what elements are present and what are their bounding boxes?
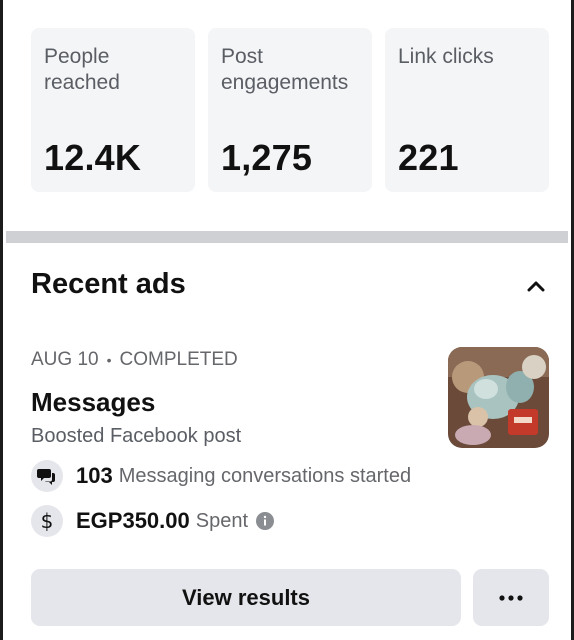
messenger-conversations-icon <box>31 460 63 492</box>
stat-value: 1,275 <box>221 137 313 178</box>
ad-subtitle: Boosted Facebook post <box>31 425 242 447</box>
dollar-icon: $ <box>31 505 63 537</box>
more-options-icon <box>499 594 523 601</box>
stat-label: Link clicks <box>398 45 494 68</box>
metric-value: EGP350.00 <box>76 508 190 533</box>
stat-card-people-reached[interactable]: People reached 12.4K <box>31 28 195 192</box>
stat-label: People reached <box>44 45 120 94</box>
meta-separator: • <box>106 352 112 368</box>
view-results-button[interactable]: View results <box>31 569 461 626</box>
stat-label: Post engagements <box>221 45 349 94</box>
ad-status: COMPLETED <box>119 349 238 370</box>
stat-card-link-clicks[interactable]: Link clicks 221 <box>385 28 549 192</box>
stats-row: People reached 12.4K Post engagements 1,… <box>31 28 549 192</box>
ad-title[interactable]: Messages <box>31 387 155 418</box>
ad-date: AUG 10 <box>31 349 99 370</box>
recent-ads-title: Recent ads <box>31 268 186 300</box>
metric-label: Spent <box>195 509 249 532</box>
more-options-button[interactable] <box>473 569 549 626</box>
metric-value: 103 <box>76 463 113 488</box>
stat-card-post-engagements[interactable]: Post engagements 1,275 <box>208 28 372 192</box>
metric-spent: $ EGP350.00 Spent <box>31 505 275 537</box>
info-icon[interactable] <box>256 512 275 530</box>
metric-conversations: 103 Messaging conversations started <box>31 460 411 492</box>
section-divider <box>6 231 568 243</box>
stat-value: 221 <box>398 137 459 178</box>
chevron-up-icon[interactable] <box>523 276 549 296</box>
app-frame: People reached 12.4K Post engagements 1,… <box>0 0 574 640</box>
ad-thumbnail-image[interactable] <box>448 347 549 448</box>
metric-label: Messaging conversations started <box>118 464 412 487</box>
stat-value: 12.4K <box>44 137 142 178</box>
ad-meta: AUG 10 • COMPLETED <box>31 349 238 371</box>
